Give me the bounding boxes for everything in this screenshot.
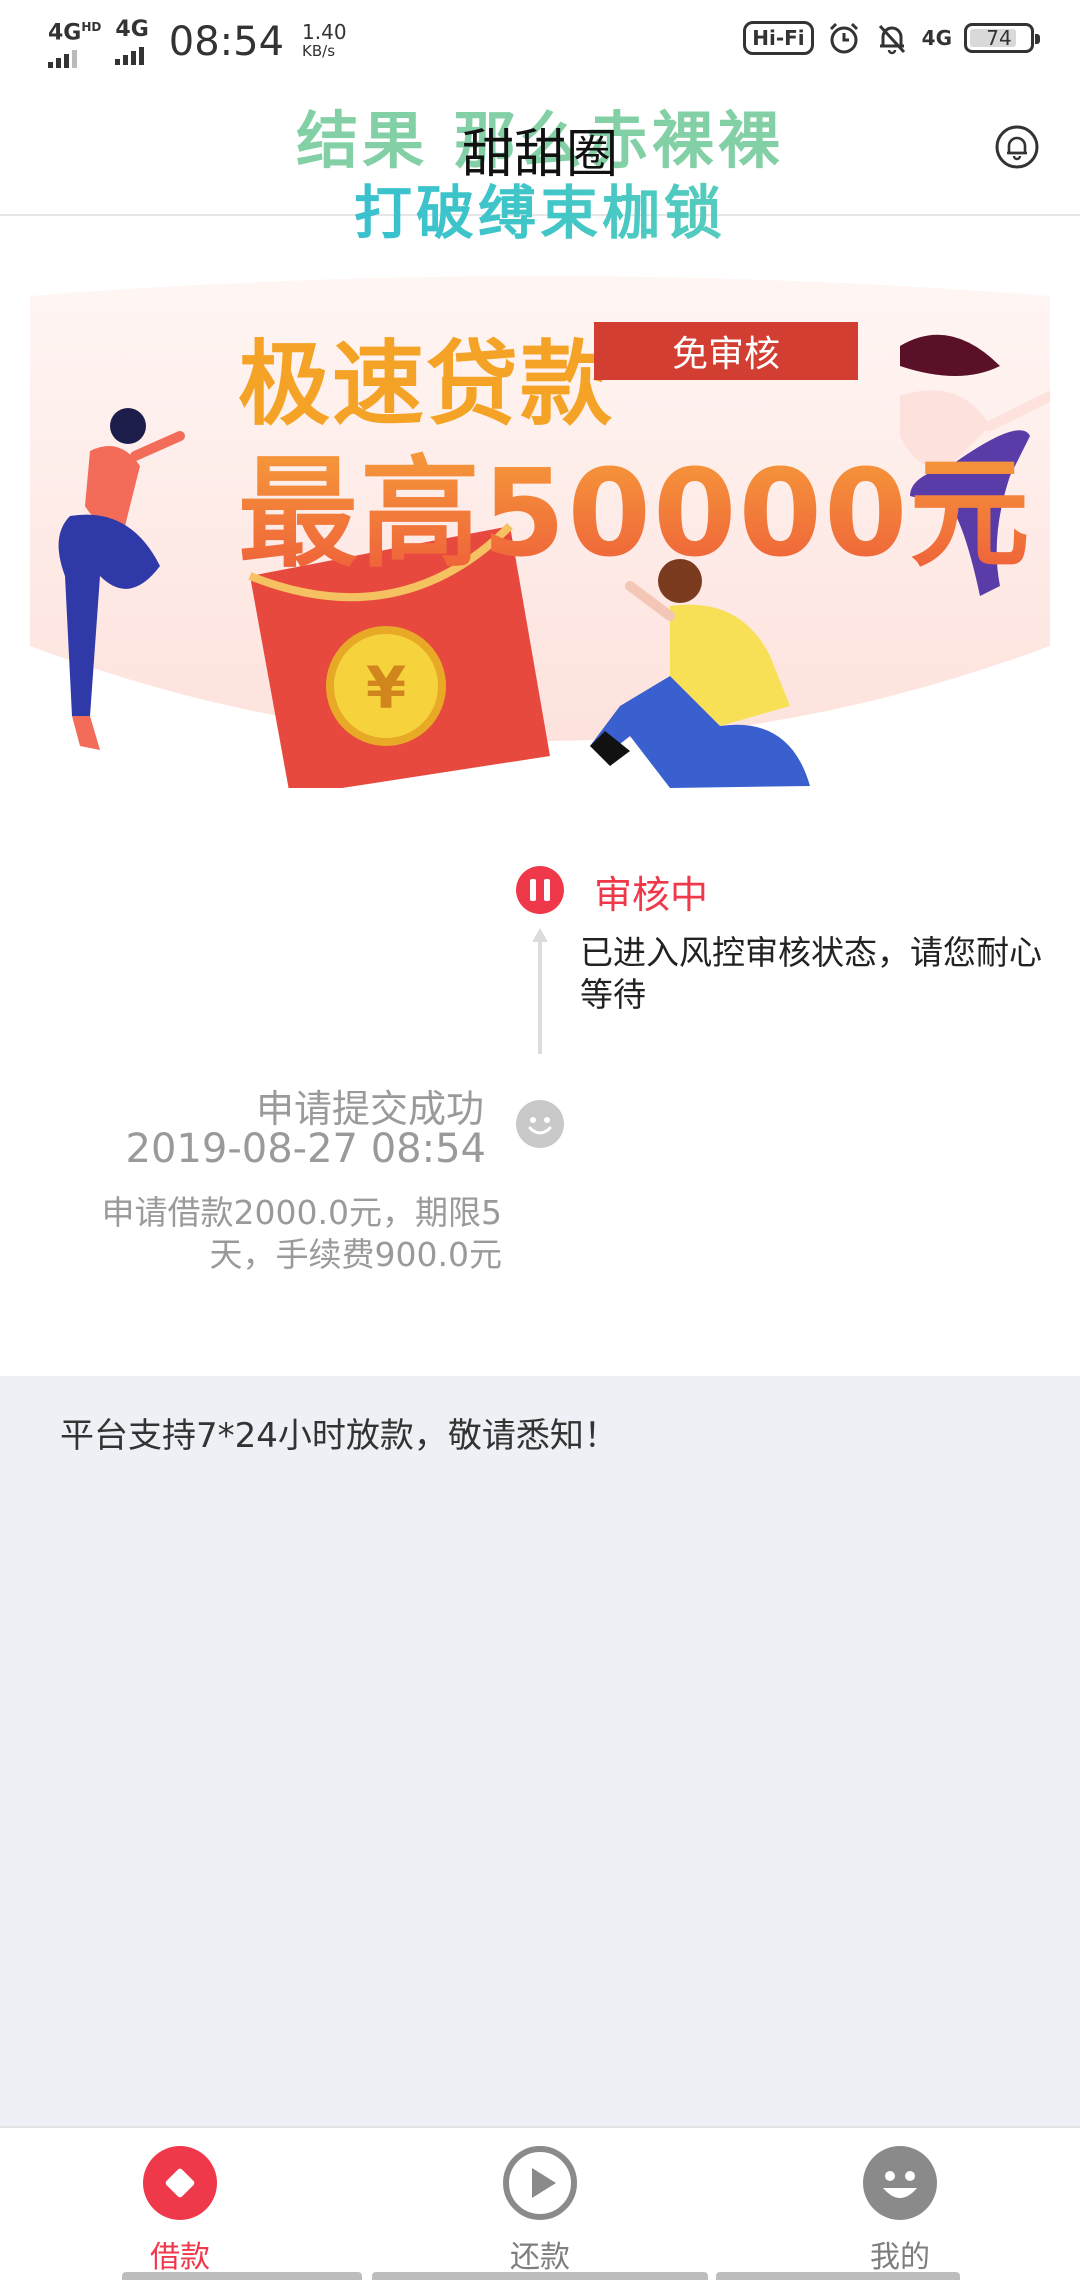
loan-icon <box>143 2146 217 2220</box>
nav-bar: 结果 那么赤裸裸 甜甜圈 打破缚束枷锁 <box>0 84 1080 247</box>
tab-profile[interactable]: 我的 <box>800 2146 1000 2276</box>
profile-icon <box>863 2146 937 2220</box>
signal-indicator-1: 4GHD <box>48 16 102 69</box>
network-speed-unit: KB/s <box>302 42 336 61</box>
current-status-desc: 已进入风控审核状态，请您耐心等待 <box>580 933 1042 1014</box>
loan-status-timeline: 审核中 已进入风控审核状态，请您耐心等待 申请提交成功 2019-08-27 0… <box>0 788 1080 1376</box>
tab-repay-label: 还款 <box>510 2240 570 2275</box>
signal-2-label: 4G <box>115 17 149 43</box>
previous-status-title: 申请提交成功 <box>255 1087 484 1131</box>
signal-1-sup: HD <box>81 20 102 34</box>
status-bar-right: Hi-Fi 4G 74 <box>743 20 1040 56</box>
notice-text: 平台支持7*24小时放款，敬请悉知！ <box>60 1416 618 1456</box>
previous-status-desc: 申请借款2000.0元，期限5天，手续费900.0元 <box>101 1193 502 1274</box>
status-time: 08:54 <box>168 19 285 66</box>
timeline-connector <box>538 936 542 1054</box>
signal-bars-icon <box>48 46 77 69</box>
signal-bars-icon <box>115 43 145 66</box>
signal-indicator-2: 4G <box>115 17 149 66</box>
battery-icon: 74 <box>964 23 1040 53</box>
banner-tag: 免审核 <box>594 322 858 380</box>
tab-loan-label: 借款 <box>150 2240 210 2275</box>
tab-profile-label: 我的 <box>870 2240 930 2275</box>
signal-1-label: 4G <box>48 20 82 46</box>
status-bar: 4GHD 4G 08:54 1.40 KB/s Hi-Fi 4G 74 <box>0 0 1080 84</box>
network-speed: 1.40 KB/s <box>302 20 347 61</box>
pause-icon <box>516 866 564 914</box>
notice-panel: 平台支持7*24小时放款，敬请悉知！ <box>0 1376 1080 2126</box>
smile-icon <box>516 1100 564 1148</box>
bell-off-icon <box>878 24 905 55</box>
battery-level: 74 <box>986 26 1012 50</box>
play-icon <box>503 2146 577 2220</box>
dancer-center-figure <box>590 559 810 788</box>
network-4g-label: 4G <box>921 26 952 50</box>
banner-amount: 最高50000元 <box>238 416 1031 590</box>
tab-repay[interactable]: 还款 <box>440 2146 640 2276</box>
watermark-line-2: 打破缚束枷锁 <box>0 166 1080 250</box>
tab-loan[interactable]: 借款 <box>80 2146 280 2276</box>
network-speed-value: 1.40 <box>302 20 347 45</box>
current-status-title: 审核中 <box>594 873 709 917</box>
svg-text:¥: ¥ <box>366 654 406 722</box>
previous-status-time: 2019-08-27 08:54 <box>125 1126 486 1172</box>
system-gesture-bar <box>0 2272 1080 2280</box>
status-bar-left: 4GHD 4G 08:54 1.40 KB/s <box>48 16 347 69</box>
hifi-badge: Hi-Fi <box>743 21 814 55</box>
bottom-tab-bar: 借款 还款 我的 <box>0 2126 1080 2280</box>
promo-banner[interactable]: ¥ 极速贷款 免审核 最高50000元 <box>30 276 1050 788</box>
bell-icon[interactable] <box>994 124 1040 170</box>
alarm-icon <box>829 22 858 54</box>
